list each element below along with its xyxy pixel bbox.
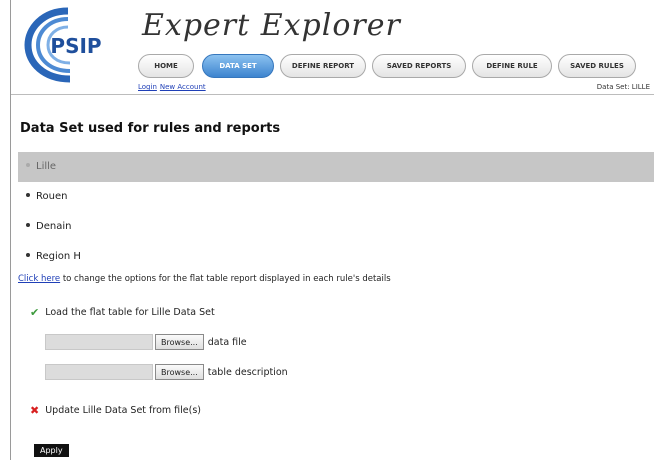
table-description-input[interactable] xyxy=(45,364,153,380)
update-dataset-row: ✖ Update Lille Data Set from file(s) xyxy=(30,404,201,417)
psip-logo: PSIP xyxy=(24,7,102,83)
data-file-label: data file xyxy=(207,336,247,348)
options-text: Click here to change the options for the… xyxy=(18,274,391,284)
tab-define-report[interactable]: DEFINE REPORT xyxy=(280,54,366,78)
dataset-item-label: Region H xyxy=(36,251,81,262)
bullet-icon xyxy=(26,163,30,167)
dataset-list: Lille Rouen Denain Region H xyxy=(18,152,654,272)
table-description-label: table description xyxy=(207,366,288,378)
bullet-icon xyxy=(26,193,30,197)
new-account-link[interactable]: New Account xyxy=(160,83,206,91)
load-flat-table-row: ✔ Load the flat table for Lille Data Set xyxy=(30,306,215,319)
table-description-browse-button[interactable]: Browse... xyxy=(155,364,204,380)
section-title: Data Set used for rules and reports xyxy=(20,121,281,136)
dataset-item-label: Lille xyxy=(36,161,57,172)
tab-home[interactable]: HOME xyxy=(138,54,194,78)
load-flat-table-label: Load the flat table for Lille Data Set xyxy=(45,307,215,318)
dataset-item-label: Denain xyxy=(36,221,72,232)
app-title: Expert Explorer xyxy=(142,8,401,43)
options-description: to change the options for the flat table… xyxy=(60,274,391,284)
cross-icon: ✖ xyxy=(30,404,40,417)
dataset-item-region-h[interactable]: Region H xyxy=(18,242,654,272)
table-description-row: Browse... table description xyxy=(45,364,288,380)
dataset-item-denain[interactable]: Denain xyxy=(18,212,654,242)
logo-text: PSIP xyxy=(50,34,101,58)
tab-define-rule[interactable]: DEFINE RULE xyxy=(472,54,552,78)
tab-saved-rules[interactable]: SAVED RULES xyxy=(558,54,636,78)
dataset-item-label: Rouen xyxy=(36,191,68,202)
data-file-row: Browse... data file xyxy=(45,334,247,350)
bullet-icon xyxy=(26,223,30,227)
current-dataset-label: Data Set: LILLE xyxy=(596,83,650,91)
data-file-browse-button[interactable]: Browse... xyxy=(155,334,204,350)
update-dataset-label: Update Lille Data Set from file(s) xyxy=(45,405,201,416)
tab-data-set[interactable]: DATA SET xyxy=(202,54,274,78)
dataset-item-rouen[interactable]: Rouen xyxy=(18,182,654,212)
login-link[interactable]: Login xyxy=(138,83,157,91)
bullet-icon xyxy=(26,253,30,257)
check-icon: ✔ xyxy=(30,306,40,319)
auth-links: Login New Account xyxy=(138,83,209,91)
data-file-input[interactable] xyxy=(45,334,153,350)
options-link[interactable]: Click here xyxy=(18,274,60,284)
tab-saved-reports[interactable]: SAVED REPORTS xyxy=(372,54,466,78)
apply-button[interactable]: Apply xyxy=(34,444,69,457)
header-divider xyxy=(11,94,654,95)
dataset-item-lille[interactable]: Lille xyxy=(18,152,654,182)
